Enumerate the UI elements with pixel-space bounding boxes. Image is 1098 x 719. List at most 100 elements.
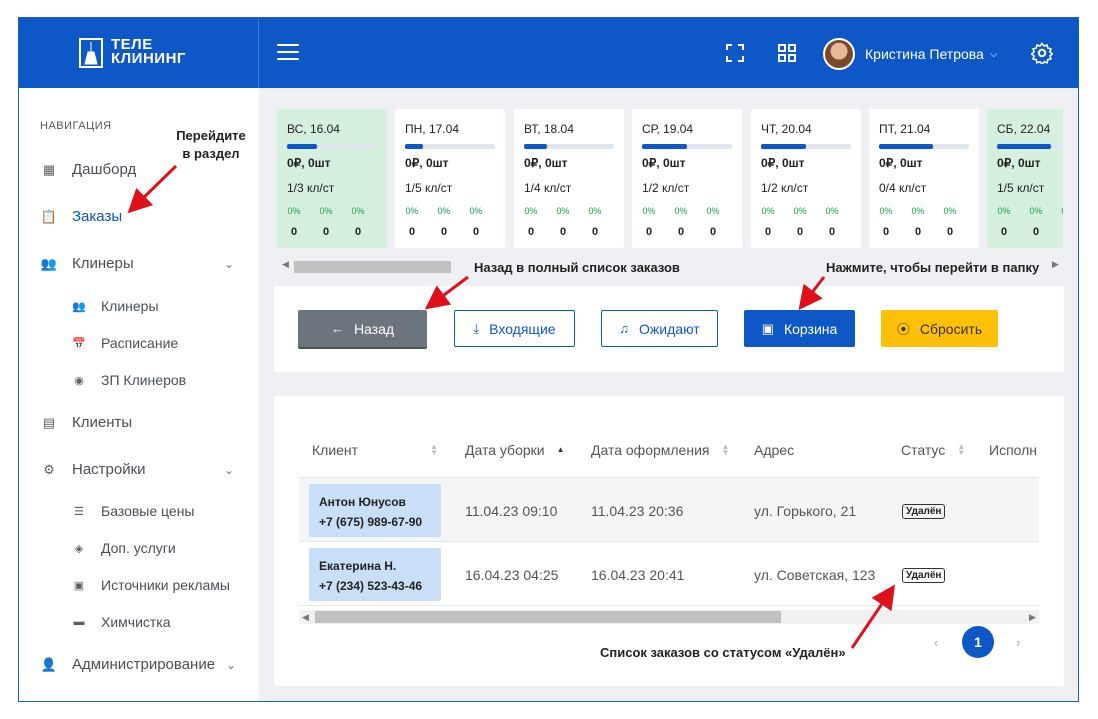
day-card[interactable]: СР, 19.04 0₽, 0шт 1/2 кл/ст 0% 0% 0% 0 0 0 (632, 109, 742, 248)
day-cleaners: 1/5 кл/ст (997, 181, 1045, 195)
col-executor[interactable]: Исполн (989, 442, 1037, 458)
day-percent: 0% (524, 206, 538, 216)
day-sum: 0₽, 0шт (997, 156, 1041, 170)
chevron-down-icon: ⌄ (224, 256, 235, 271)
user-menu[interactable]: Кристина Петрова ⌵ (823, 38, 997, 70)
day-progress (879, 144, 969, 149)
sidebar-item-clients[interactable]: ▤ Клиенты (39, 414, 132, 431)
day-label: ВС, 16.04 (287, 122, 340, 136)
brand-logo[interactable]: ТЕЛЕ КЛИНИНГ (19, 18, 259, 88)
sidebar-item-admin[interactable]: 👤 Администрирование ⌄ (39, 656, 236, 673)
day-count: 0 (828, 226, 836, 238)
sidebar-item-dashboard[interactable]: ▦ Дашборд (39, 161, 136, 178)
day-count: 0 (946, 226, 954, 238)
day-card[interactable]: ВС, 16.04 0₽, 0шт 1/3 кл/ст 0% 0% 0% 0 0 0 (277, 109, 387, 248)
chevron-down-icon: ⌵ (989, 48, 998, 60)
user-cog-icon: 👤 (40, 656, 58, 672)
scroll-thumb[interactable] (294, 261, 451, 273)
table-row[interactable]: Антон Юнусов +7 (675) 989-67-90 11.04.23… (299, 478, 1039, 542)
day-card[interactable]: ВТ, 18.04 0₽, 0шт 1/4 кл/ст 0% 0% 0% 0 0 0 (514, 109, 624, 248)
day-count: 0 (559, 226, 567, 238)
sidebar-item-orders[interactable]: 📋 Заказы (39, 208, 122, 225)
money-icon: ◉ (74, 374, 84, 387)
annotation-goto-section: Перейдите в раздел (176, 128, 246, 161)
back-button[interactable]: ← Назад (298, 310, 427, 347)
users-small-icon: 👥 (72, 300, 86, 313)
annotation-back: Назад в полный список заказов (474, 260, 680, 275)
table-scrollbar[interactable]: ◀ ▶ (299, 610, 1039, 624)
sidebar-item-extra-services[interactable]: ◈ Доп. услуги (71, 540, 176, 556)
day-percent: 0% (1029, 206, 1043, 216)
day-count: 0 (764, 226, 772, 238)
incoming-button[interactable]: ⤓ Входящие (454, 310, 575, 347)
sort-icon: ▲ ▼ (957, 442, 966, 457)
day-count: 0 (1056, 226, 1063, 238)
sort-asc-icon: ▲ (556, 445, 565, 454)
day-count: 0 (677, 226, 685, 238)
col-clean-date[interactable]: Дата уборки ▲ (465, 442, 565, 458)
day-card[interactable]: ПТ, 21.04 0₽, 0шт 0/4 кл/ст 0% 0% 0% 0 0 0 (869, 109, 979, 248)
day-cleaners: 1/5 кл/ст (405, 181, 453, 195)
waiting-button[interactable]: ♫ Ожидают (601, 310, 718, 347)
settings-icon[interactable] (1031, 42, 1053, 64)
col-client[interactable]: Клиент ▲ ▼ (312, 442, 438, 458)
day-card[interactable]: СБ, 22.04 0₽, 0шт 1/5 кл/ст 0% 0% 0% 0 0 0 (987, 109, 1063, 248)
day-count: 0 (591, 226, 599, 238)
day-cleaners: 1/3 кл/ст (287, 181, 335, 195)
sidebar-item-base-prices[interactable]: ☰ Базовые цены (71, 503, 194, 519)
day-card[interactable]: ПН, 17.04 0₽, 0шт 1/5 кл/ст 0% 0% 0% 0 0 0 (395, 109, 505, 248)
scroll-thumb[interactable] (315, 611, 781, 623)
menu-icon[interactable] (277, 44, 299, 62)
calendar-icon: 📅 (72, 337, 86, 350)
day-percent: 0% (674, 206, 688, 216)
table-row[interactable]: Екатерина Н. +7 (234) 523-43-46 16.04.23… (299, 542, 1039, 606)
sidebar-item-schedule[interactable]: 📅 Расписание (71, 335, 178, 351)
day-label: СБ, 22.04 (997, 122, 1051, 136)
sidebar-item-cleaners[interactable]: 👥 Клинеры ⌄ (39, 255, 234, 272)
day-count: 0 (527, 226, 535, 238)
col-status[interactable]: Статус ▲ ▼ (901, 442, 965, 458)
day-count: 0 (882, 226, 890, 238)
day-count: 0 (1032, 226, 1040, 238)
scroll-right-icon[interactable]: ▶ (1052, 259, 1059, 270)
scroll-left-icon[interactable]: ◀ (302, 612, 309, 623)
sidebar-item-cleaners-list[interactable]: 👥 Клинеры (71, 298, 158, 314)
day-progress (524, 144, 614, 149)
day-count: 0 (290, 226, 298, 238)
day-percent: 0% (997, 206, 1011, 216)
order-date-cell: 16.04.23 20:41 (591, 567, 685, 583)
col-order-date[interactable]: Дата оформления ▲ ▼ (591, 442, 729, 458)
scroll-right-icon[interactable]: ▶ (1029, 612, 1036, 623)
sidebar-item-settings[interactable]: ⚙ Настройки ⌄ (39, 461, 234, 478)
sidebar-item-salary[interactable]: ◉ ЗП Клинеров (71, 372, 186, 388)
day-card[interactable]: ЧТ, 20.04 0₽, 0шт 1/2 кл/ст 0% 0% 0% 0 0 0 (751, 109, 861, 248)
fullscreen-icon[interactable] (724, 42, 746, 64)
day-count: 0 (796, 226, 804, 238)
sidebar-item-ad-sources[interactable]: ▣ Источники рекламы (71, 577, 230, 593)
clean-date-cell: 11.04.23 09:10 (465, 503, 558, 519)
col-address[interactable]: Адрес (754, 442, 794, 458)
day-percent: 0% (588, 206, 602, 216)
pagination: ‹ 1 › (924, 626, 1034, 660)
trash-button[interactable]: ▣ Корзина (744, 310, 855, 347)
page-current[interactable]: 1 (962, 626, 994, 658)
top-header: ТЕЛЕ КЛИНИНГ Кристина Петрова ⌵ (19, 18, 1078, 88)
scroll-left-icon[interactable]: ◀ (282, 259, 289, 270)
day-cleaners: 0/4 кл/ст (879, 181, 927, 195)
reset-button[interactable]: ⦿ Сбросить (881, 310, 998, 347)
apps-grid-icon[interactable] (776, 42, 798, 64)
coins-icon: ☰ (74, 505, 84, 518)
dashboard-icon: ▦ (42, 161, 56, 177)
day-count: 0 (440, 226, 448, 238)
sidebar-item-dry-cleaning[interactable]: ▬ Химчистка (71, 614, 171, 630)
day-percent: 0% (761, 206, 775, 216)
status-badge: Удалён (902, 568, 946, 583)
chevron-right-icon[interactable]: › (1016, 635, 1020, 650)
chevron-left-icon[interactable]: ‹ (934, 635, 938, 650)
client-cell[interactable]: Екатерина Н. +7 (234) 523-43-46 (309, 548, 441, 601)
bell-icon: ♫ (619, 321, 630, 336)
address-cell: ул. Советская, 123 (754, 567, 876, 583)
day-count: 0 (645, 226, 653, 238)
day-percent: 0% (469, 206, 483, 216)
client-cell[interactable]: Антон Юнусов +7 (675) 989-67-90 (309, 484, 441, 537)
